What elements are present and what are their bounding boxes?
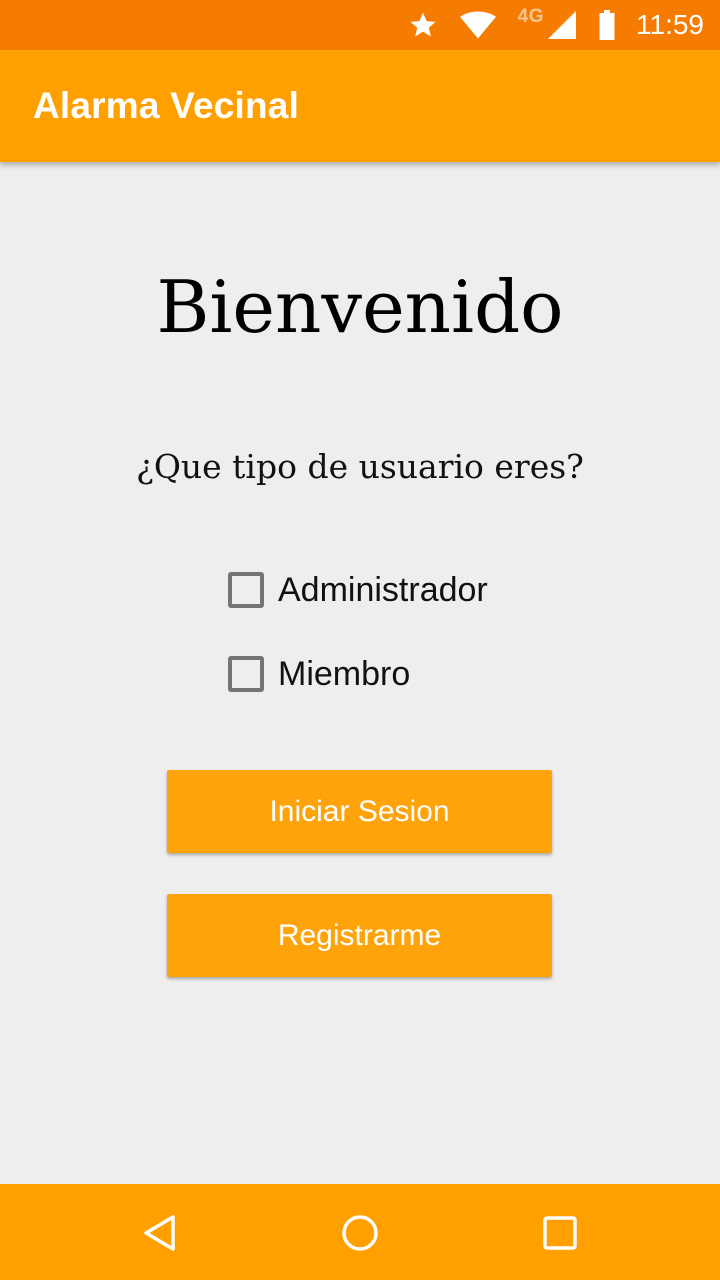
status-time: 11:59 (636, 9, 704, 40)
welcome-heading: Bienvenido (156, 265, 564, 349)
wifi-icon (459, 11, 496, 39)
user-type-question: ¿Que tipo de usuario eres? (136, 447, 584, 486)
app-bar: Alarma Vecinal (0, 50, 720, 162)
recents-icon[interactable] (535, 1208, 585, 1258)
back-icon[interactable] (135, 1208, 185, 1258)
login-button[interactable]: Iniciar Sesion (167, 770, 552, 853)
register-button[interactable]: Registrarme (167, 894, 552, 977)
admin-label[interactable]: Administrador (278, 571, 488, 610)
home-icon[interactable] (335, 1208, 385, 1258)
member-label[interactable]: Miembro (278, 655, 410, 694)
screen: 4G 11:59 Alarma Vecinal Bienvenido ¿Que … (0, 0, 720, 1280)
network-type-label: 4G (517, 6, 544, 27)
status-bar: 4G 11:59 (0, 0, 720, 50)
signal-icon: 4G (518, 6, 576, 39)
star-icon (408, 10, 438, 40)
member-option[interactable]: Miembro (228, 649, 410, 699)
app-title: Alarma Vecinal (33, 85, 300, 126)
member-checkbox[interactable] (228, 656, 264, 692)
nav-bar (0, 1184, 720, 1280)
battery-icon (598, 10, 616, 40)
admin-checkbox[interactable] (228, 572, 264, 608)
admin-option[interactable]: Administrador (228, 565, 488, 615)
